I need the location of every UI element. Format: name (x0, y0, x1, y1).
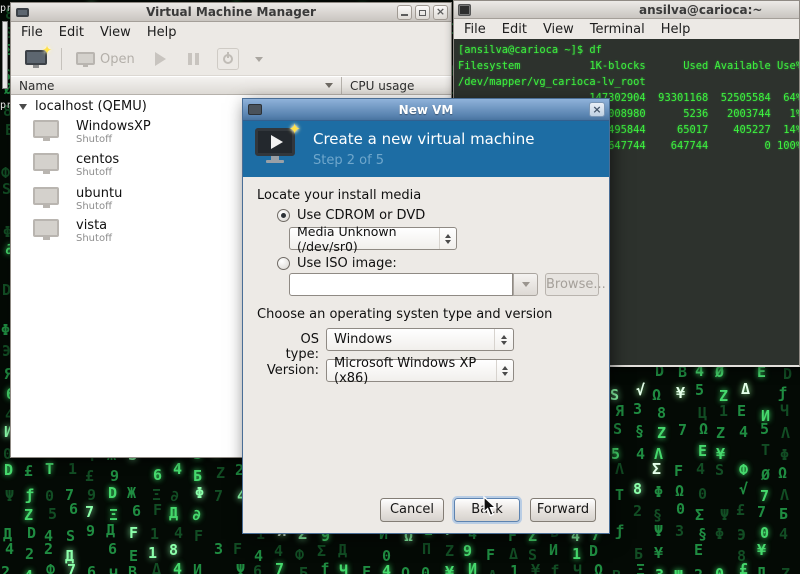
menu-item-help[interactable]: Help (139, 23, 185, 42)
menu-item-view[interactable]: View (92, 23, 139, 42)
open-vm-icon (76, 52, 95, 67)
vm-status: Shutoff (76, 134, 112, 145)
browse-button[interactable]: Browse... (545, 273, 599, 296)
power-icon (223, 54, 233, 64)
sort-indicator-icon (325, 83, 333, 88)
vmm-title: Virtual Machine Manager (11, 5, 451, 19)
forward-button[interactable]: Forward (530, 498, 596, 522)
star-icon: ✦ (288, 120, 301, 138)
terminal-menubar: File Edit View Terminal Help (454, 19, 799, 39)
menu-item-file[interactable]: File (13, 23, 51, 42)
menu-item-file[interactable]: File (456, 20, 494, 39)
list-column-headers: Name CPU usage (11, 76, 451, 95)
vm-name: ubuntu (76, 186, 122, 201)
section-os-type: Choose an operating systen type and vers… (257, 307, 552, 322)
newvm-dialog: New VM × ✦ Create a new virtual machine … (242, 98, 610, 534)
os-type-label: OS type: (263, 332, 319, 362)
combo-arrows-icon (439, 228, 456, 249)
dialog-titlebar[interactable]: New VM × (243, 99, 609, 121)
vm-name: centos (76, 152, 119, 167)
play-icon (271, 135, 283, 149)
close-button[interactable]: × (433, 5, 448, 20)
combo-arrows-icon (494, 329, 513, 350)
version-label: Version: (263, 363, 319, 378)
chevron-down-icon (522, 282, 530, 287)
media-combo[interactable]: Media Unknown (/dev/sr0) (289, 227, 457, 250)
cdrom-radio-row[interactable]: Use CDROM or DVD (277, 208, 425, 223)
vm-status: Shutoff (76, 201, 112, 212)
menu-item-help[interactable]: Help (653, 20, 699, 39)
column-header-cpu[interactable]: CPU usage (341, 77, 451, 94)
tree-row-localhost[interactable]: localhost (QEMU) (19, 99, 147, 114)
os-type-value: Windows (334, 332, 392, 347)
dialog-close-button[interactable]: × (589, 102, 605, 117)
star-icon: ✦ (42, 43, 52, 57)
tree-expander-icon[interactable] (19, 104, 27, 110)
shutdown-menu-chevron-icon[interactable] (255, 57, 263, 62)
cdrom-radio-label: Use CDROM or DVD (297, 208, 425, 223)
mouse-cursor (483, 496, 498, 517)
new-vm-header-icon: ✦ (255, 128, 295, 163)
minimize-button[interactable] (397, 5, 412, 20)
toolbar-separator (61, 48, 62, 70)
iso-radio[interactable] (277, 257, 290, 270)
vm-icon (33, 120, 59, 141)
shutdown-button[interactable] (217, 48, 239, 70)
terminal-icon (458, 4, 471, 16)
dialog-body: Locate your install media Use CDROM or D… (243, 177, 609, 533)
vmm-menubar: File Edit View Help (11, 22, 451, 43)
vm-status: Shutoff (76, 233, 112, 244)
version-combo[interactable]: Microsoft Windows XP (x86) (326, 359, 514, 382)
dialog-header: ✦ Create a new virtual machine Step 2 of… (243, 121, 609, 177)
play-icon (155, 52, 166, 66)
new-vm-button[interactable]: ✦ (25, 50, 47, 68)
cdrom-radio[interactable] (277, 209, 290, 222)
iso-radio-row[interactable]: Use ISO image: (277, 256, 397, 271)
column-name-label: Name (19, 79, 54, 93)
menu-item-view[interactable]: View (535, 20, 582, 39)
step-label: Step 2 of 5 (313, 153, 384, 168)
maximize-button[interactable] (415, 5, 430, 20)
os-type-combo[interactable]: Windows (326, 328, 514, 351)
new-vm-icon: ✦ (25, 50, 47, 68)
vm-name: WindowsXP (76, 119, 151, 134)
vm-status: Shutoff (76, 167, 112, 178)
pause-icon (188, 53, 199, 65)
open-button[interactable]: Open (76, 52, 135, 67)
pause-button[interactable] (188, 53, 199, 65)
iso-radio-label: Use ISO image: (297, 256, 397, 271)
menu-item-edit[interactable]: Edit (51, 23, 92, 42)
iso-path-entry[interactable] (289, 273, 513, 296)
tree-root-label: localhost (QEMU) (35, 99, 147, 114)
vm-icon (33, 153, 59, 174)
menu-item-terminal[interactable]: Terminal (582, 20, 653, 39)
run-button[interactable] (155, 52, 166, 66)
terminal-title: ansilva@carioca:~ (639, 3, 799, 17)
background-window-border (2, 21, 8, 89)
column-cpu-label: CPU usage (350, 79, 414, 93)
dialog-title: New VM (243, 103, 609, 117)
vm-icon (33, 187, 59, 208)
column-header-name[interactable]: Name (11, 77, 341, 94)
vmm-titlebar[interactable]: Virtual Machine Manager × (11, 3, 451, 22)
vmm-toolbar: ✦ Open (11, 43, 451, 76)
media-combo-value: Media Unknown (/dev/sr0) (297, 224, 439, 254)
vm-name: vista (76, 218, 107, 233)
iso-dropdown-button[interactable] (513, 273, 538, 296)
header-title: Create a new virtual machine (313, 130, 535, 148)
combo-arrows-icon (496, 360, 513, 381)
section-install-media: Locate your install media (257, 188, 421, 203)
terminal-titlebar[interactable]: ansilva@carioca:~ (454, 1, 799, 19)
cancel-button[interactable]: Cancel (380, 498, 444, 522)
menu-item-edit[interactable]: Edit (494, 20, 535, 39)
version-value: Microsoft Windows XP (x86) (334, 356, 496, 386)
vm-icon (33, 219, 59, 240)
open-button-label: Open (100, 52, 135, 67)
